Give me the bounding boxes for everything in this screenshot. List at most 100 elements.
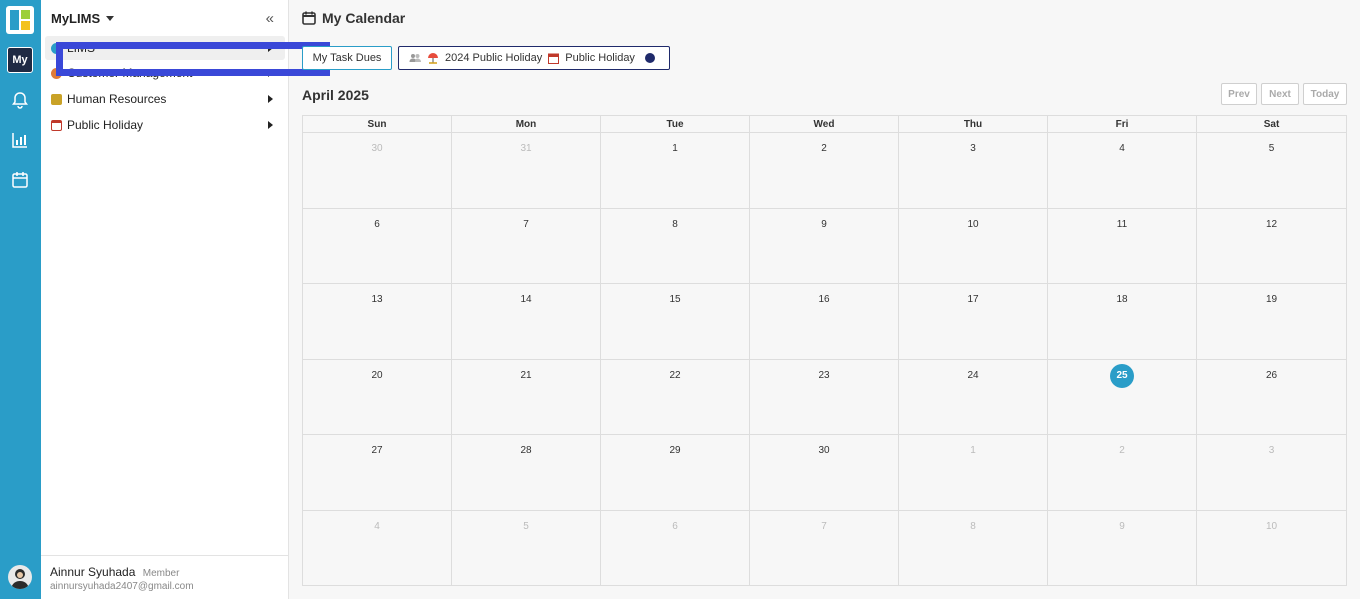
calendar-day[interactable]: 7 xyxy=(750,510,899,586)
chart-icon[interactable] xyxy=(11,131,29,149)
calendar-day[interactable]: 4 xyxy=(1048,133,1197,209)
day-number: 23 xyxy=(818,369,830,381)
calendar-icon xyxy=(548,53,560,64)
day-number: 7 xyxy=(523,218,529,230)
icon-rail: My xyxy=(0,0,41,599)
calendar-day[interactable]: 22 xyxy=(601,359,750,435)
calendar-day[interactable]: 30 xyxy=(750,435,899,511)
day-number: 17 xyxy=(967,294,979,305)
app-logo-icon[interactable] xyxy=(6,6,34,34)
calendar-day[interactable]: 14 xyxy=(452,284,601,360)
calendar-day[interactable]: 1 xyxy=(601,133,750,209)
day-number: 12 xyxy=(1265,218,1278,230)
calendar-day[interactable]: 4 xyxy=(303,510,452,586)
calendar-day[interactable]: 1 xyxy=(899,435,1048,511)
next-button[interactable]: Next xyxy=(1261,83,1299,105)
calendar-day[interactable]: 31 xyxy=(452,133,601,209)
calendar-day[interactable]: 8 xyxy=(899,510,1048,586)
calendar-day[interactable]: 24 xyxy=(899,359,1048,435)
calendar-day[interactable]: 10 xyxy=(899,208,1048,284)
calendar-day[interactable]: 21 xyxy=(452,359,601,435)
day-number: 18 xyxy=(1116,294,1128,305)
sidebar-item-label: Human Resources xyxy=(67,92,167,106)
calendar-day[interactable]: 11 xyxy=(1048,208,1197,284)
calendar-day[interactable]: 15 xyxy=(601,284,750,360)
day-number: 8 xyxy=(672,218,678,230)
calendar-day-today[interactable]: 25 xyxy=(1048,359,1197,435)
calendar-day[interactable]: 3 xyxy=(1197,435,1346,511)
day-number: 11 xyxy=(1116,218,1128,230)
day-number: 2 xyxy=(821,143,827,154)
day-number: 24 xyxy=(967,369,979,381)
calendar-day[interactable]: 17 xyxy=(899,284,1048,360)
day-number: 3 xyxy=(1268,445,1275,456)
calendar-icon xyxy=(51,119,62,131)
day-number: 10 xyxy=(967,218,979,230)
user-profile[interactable]: Ainnur Syuhada Member ainnursyuhada2407@… xyxy=(41,555,288,599)
calendar-day[interactable]: 18 xyxy=(1048,284,1197,360)
calendar-day[interactable]: 27 xyxy=(303,435,452,511)
user-email: ainnursyuhada2407@gmail.com xyxy=(50,581,194,592)
user-avatar[interactable] xyxy=(8,565,32,589)
highlight-box xyxy=(56,42,330,76)
calendar-day[interactable]: 20 xyxy=(303,359,452,435)
calendar-day[interactable]: 2 xyxy=(1048,435,1197,511)
calendar-day[interactable]: 9 xyxy=(750,208,899,284)
day-number: 9 xyxy=(1119,520,1125,532)
calendar-day[interactable]: 10 xyxy=(1197,511,1346,586)
users-icon xyxy=(409,54,421,62)
calendar-day[interactable]: 30 xyxy=(303,133,452,209)
weekday-sat: Sat xyxy=(1263,119,1280,130)
calendar-day[interactable]: 9 xyxy=(1048,510,1197,586)
my-workspace-button[interactable]: My xyxy=(7,47,33,73)
calendar-day[interactable]: 5 xyxy=(452,510,601,586)
day-number: 15 xyxy=(669,294,681,305)
collapse-sidebar-icon[interactable]: « xyxy=(266,10,274,27)
month-label: April 2025 xyxy=(302,87,369,103)
weekday-wed: Wed xyxy=(750,116,899,133)
calendar-day[interactable]: 28 xyxy=(452,435,601,511)
calendar-icon[interactable] xyxy=(11,171,29,189)
weekday-fri: Fri xyxy=(1048,116,1197,133)
day-number: 5 xyxy=(523,520,529,532)
user-name: Ainnur Syuhada xyxy=(50,565,136,579)
calendar-day[interactable]: 23 xyxy=(750,359,899,435)
calendar-day[interactable]: 16 xyxy=(750,284,899,360)
prev-button[interactable]: Prev xyxy=(1221,83,1257,105)
day-number: 6 xyxy=(672,520,678,532)
calendar-day[interactable]: 13 xyxy=(303,284,452,360)
calendar-day[interactable]: 6 xyxy=(601,510,750,586)
weekday-sun: Sun xyxy=(303,116,452,133)
calendar-day[interactable]: 26 xyxy=(1197,360,1346,435)
sidebar-item-label: Public Holiday xyxy=(67,118,144,132)
workspace-switcher[interactable]: MyLIMS xyxy=(51,11,115,26)
day-number: 14 xyxy=(520,294,532,305)
today-button[interactable]: Today xyxy=(1303,83,1347,105)
day-number: 30 xyxy=(371,143,383,154)
calendar-day[interactable]: 5 xyxy=(1197,133,1346,209)
calendar-day[interactable]: 3 xyxy=(899,133,1048,209)
day-number: 5 xyxy=(1268,143,1275,154)
filter-2024-public-holiday[interactable]: 2024 Public Holiday xyxy=(445,52,542,64)
calendar-day[interactable]: 7 xyxy=(452,208,601,284)
caret-right-icon xyxy=(268,95,273,103)
sidebar-item-human-resources[interactable]: Human Resources xyxy=(45,87,285,111)
weekday-thu: Thu xyxy=(899,116,1048,133)
calendar-day[interactable]: 19 xyxy=(1197,284,1346,360)
calendar-day[interactable]: 12 xyxy=(1197,209,1346,284)
calendar-filter[interactable]: 2024 Public Holiday Public Holiday xyxy=(398,46,670,70)
bell-icon[interactable] xyxy=(11,91,29,109)
filter-public-holiday[interactable]: Public Holiday xyxy=(565,52,635,64)
day-number: 30 xyxy=(818,445,830,456)
workspace-title: MyLIMS xyxy=(51,11,101,26)
sidebar-item-public-holiday[interactable]: Public Holiday xyxy=(45,113,285,137)
beach-umbrella-icon xyxy=(428,53,438,64)
calendar-day[interactable]: 29 xyxy=(601,435,750,511)
calendar-day[interactable]: 2 xyxy=(750,133,899,209)
my-task-dues-button[interactable]: My Task Dues xyxy=(302,46,392,70)
color-dot[interactable] xyxy=(644,53,655,63)
calendar-day[interactable]: 8 xyxy=(601,208,750,284)
calendar-day[interactable]: 6 xyxy=(303,208,452,284)
day-number: 2 xyxy=(1119,445,1125,456)
weekday-tue: Tue xyxy=(601,116,750,133)
